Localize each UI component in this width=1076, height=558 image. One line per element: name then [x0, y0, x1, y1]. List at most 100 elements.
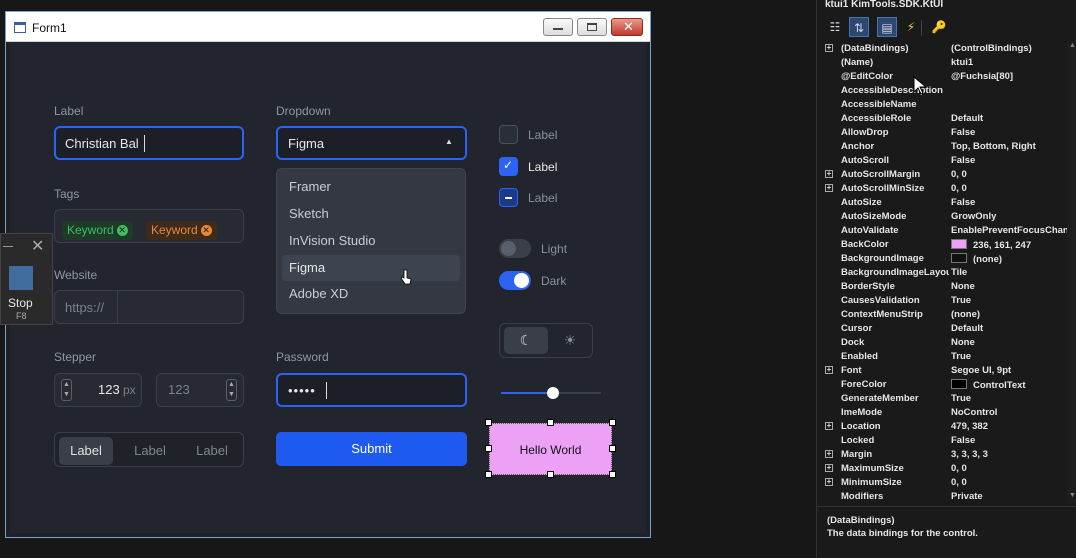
property-value[interactable]: False: [951, 197, 1067, 208]
title-bar[interactable]: Form1 ✕: [6, 12, 650, 42]
property-row[interactable]: BackgroundImage (none): [817, 252, 1067, 266]
remove-tag-icon[interactable]: ✕: [116, 225, 128, 237]
property-value[interactable]: Default: [951, 113, 1067, 124]
property-value[interactable]: Tile: [951, 267, 1067, 278]
property-row[interactable]: ContextMenuStrip (none): [817, 308, 1067, 322]
sun-icon[interactable]: ☀: [550, 327, 590, 354]
property-value[interactable]: 0, 0: [951, 463, 1067, 474]
property-value[interactable]: 479, 382: [951, 421, 1067, 432]
dropdown-option[interactable]: Adobe XD: [277, 281, 465, 307]
website-input[interactable]: https://: [54, 290, 244, 324]
property-row[interactable]: AutoSize False: [817, 196, 1067, 210]
property-row[interactable]: ImeMode NoControl: [817, 406, 1067, 420]
property-row[interactable]: AutoScroll False: [817, 154, 1067, 168]
property-row[interactable]: AutoSizeMode GrowOnly: [817, 210, 1067, 224]
dropdown-option[interactable]: Framer: [277, 174, 465, 200]
stepper-plain[interactable]: 123 ▲ ▼: [156, 373, 244, 407]
property-row[interactable]: ForeColor ControlText: [817, 378, 1067, 392]
tags-field[interactable]: Keyword ✕ Keyword ✕: [54, 209, 244, 243]
expand-icon[interactable]: +: [825, 170, 833, 178]
property-value[interactable]: ktui1: [951, 57, 1067, 68]
property-row[interactable]: + (DataBindings) (ControlBindings): [817, 42, 1067, 56]
segment-3[interactable]: Label: [185, 437, 239, 465]
property-value[interactable]: NoControl: [951, 407, 1067, 418]
dropdown-option[interactable]: Sketch: [277, 201, 465, 227]
property-row[interactable]: @EditColor @Fuchsia[80]: [817, 70, 1067, 84]
property-value[interactable]: Top, Bottom, Right: [951, 141, 1067, 152]
hello-world-control[interactable]: Hello World: [489, 423, 612, 475]
close-button[interactable]: ✕: [611, 18, 643, 36]
minimize-button[interactable]: [543, 18, 573, 36]
property-row[interactable]: BackColor 236, 161, 247: [817, 238, 1067, 252]
expand-icon[interactable]: +: [825, 366, 833, 374]
stop-label[interactable]: Stop: [8, 296, 33, 310]
toggle-dark[interactable]: [499, 271, 531, 290]
events-icon[interactable]: ⚡: [901, 17, 921, 37]
dropdown-select[interactable]: Figma ▲: [276, 126, 467, 160]
password-input[interactable]: •••••: [276, 373, 467, 407]
property-value[interactable]: False: [951, 155, 1067, 166]
property-value[interactable]: Segoe UI, 9pt: [951, 365, 1067, 376]
property-row[interactable]: + AutoScrollMinSize 0, 0: [817, 182, 1067, 196]
alphabetical-icon[interactable]: ⇅: [849, 17, 869, 37]
checkbox-unchecked[interactable]: [499, 125, 518, 144]
property-value[interactable]: (ControlBindings): [951, 43, 1067, 54]
property-row[interactable]: BorderStyle None: [817, 280, 1067, 294]
property-row[interactable]: CausesValidation True: [817, 294, 1067, 308]
resize-handle[interactable]: [547, 419, 554, 426]
segment-2[interactable]: Label: [121, 437, 179, 465]
property-value[interactable]: None: [951, 281, 1067, 292]
property-value[interactable]: EnablePreventFocusChange: [951, 225, 1067, 236]
scroll-up-icon[interactable]: ▲: [1069, 42, 1076, 49]
property-value[interactable]: 0, 0: [951, 169, 1067, 180]
property-value[interactable]: False: [951, 435, 1067, 446]
property-value[interactable]: GrowOnly: [951, 211, 1067, 222]
expand-icon[interactable]: +: [825, 450, 833, 458]
slider-thumb[interactable]: [547, 387, 559, 399]
property-value[interactable]: ControlText: [951, 379, 1067, 391]
property-row[interactable]: + Margin 3, 3, 3, 3: [817, 448, 1067, 462]
expand-icon[interactable]: +: [825, 478, 833, 486]
stepper-arrows-icon[interactable]: ▲ ▼: [61, 379, 72, 401]
property-value[interactable]: None: [951, 337, 1067, 348]
segment-1[interactable]: Label: [59, 437, 113, 465]
panel-close-icon[interactable]: ✕: [31, 236, 44, 256]
stop-icon[interactable]: [9, 266, 33, 290]
properties-icon[interactable]: ▤: [877, 17, 897, 37]
property-value[interactable]: @Fuchsia[80]: [951, 71, 1067, 82]
property-row[interactable]: AllowDrop False: [817, 126, 1067, 140]
property-row[interactable]: + MinimumSize 0, 0: [817, 476, 1067, 490]
resize-handle[interactable]: [609, 419, 616, 426]
property-row[interactable]: Modifiers Private: [817, 490, 1067, 504]
resize-handle[interactable]: [547, 471, 554, 478]
property-value[interactable]: True: [951, 351, 1067, 362]
property-row[interactable]: (Name) ktui1: [817, 56, 1067, 70]
scrollbar[interactable]: ▲ ▼: [1067, 42, 1076, 504]
checkbox-checked[interactable]: ✓: [499, 157, 518, 176]
remove-tag-icon[interactable]: ✕: [200, 225, 212, 237]
property-row[interactable]: + AutoScrollMargin 0, 0: [817, 168, 1067, 182]
property-grid-object[interactable]: ktui1 KimTools.SDK.KtUI: [825, 0, 943, 10]
property-row[interactable]: AccessibleRole Default: [817, 112, 1067, 126]
dropdown-option[interactable]: InVision Studio: [277, 228, 465, 254]
property-value[interactable]: Default: [951, 323, 1067, 334]
label-input[interactable]: Christian Bal: [54, 126, 244, 160]
expand-icon[interactable]: +: [825, 464, 833, 472]
property-row[interactable]: + Location 479, 382: [817, 420, 1067, 434]
property-row[interactable]: Locked False: [817, 434, 1067, 448]
resize-handle[interactable]: [485, 471, 492, 478]
toggle-light[interactable]: [499, 239, 531, 258]
slider[interactable]: [501, 386, 601, 400]
stepper-arrows-icon[interactable]: ▲ ▼: [226, 379, 237, 401]
property-row[interactable]: + Font Segoe UI, 9pt: [817, 364, 1067, 378]
property-row[interactable]: GenerateMember True: [817, 392, 1067, 406]
resize-handle[interactable]: [609, 445, 616, 452]
property-value[interactable]: (none): [951, 253, 1067, 265]
maximize-button[interactable]: [577, 18, 607, 36]
property-row[interactable]: AccessibleDescription: [817, 84, 1067, 98]
property-row[interactable]: Dock None: [817, 336, 1067, 350]
property-value[interactable]: True: [951, 295, 1067, 306]
property-value[interactable]: (none): [951, 309, 1067, 320]
property-row[interactable]: Enabled True: [817, 350, 1067, 364]
property-value[interactable]: 236, 161, 247: [951, 239, 1067, 251]
